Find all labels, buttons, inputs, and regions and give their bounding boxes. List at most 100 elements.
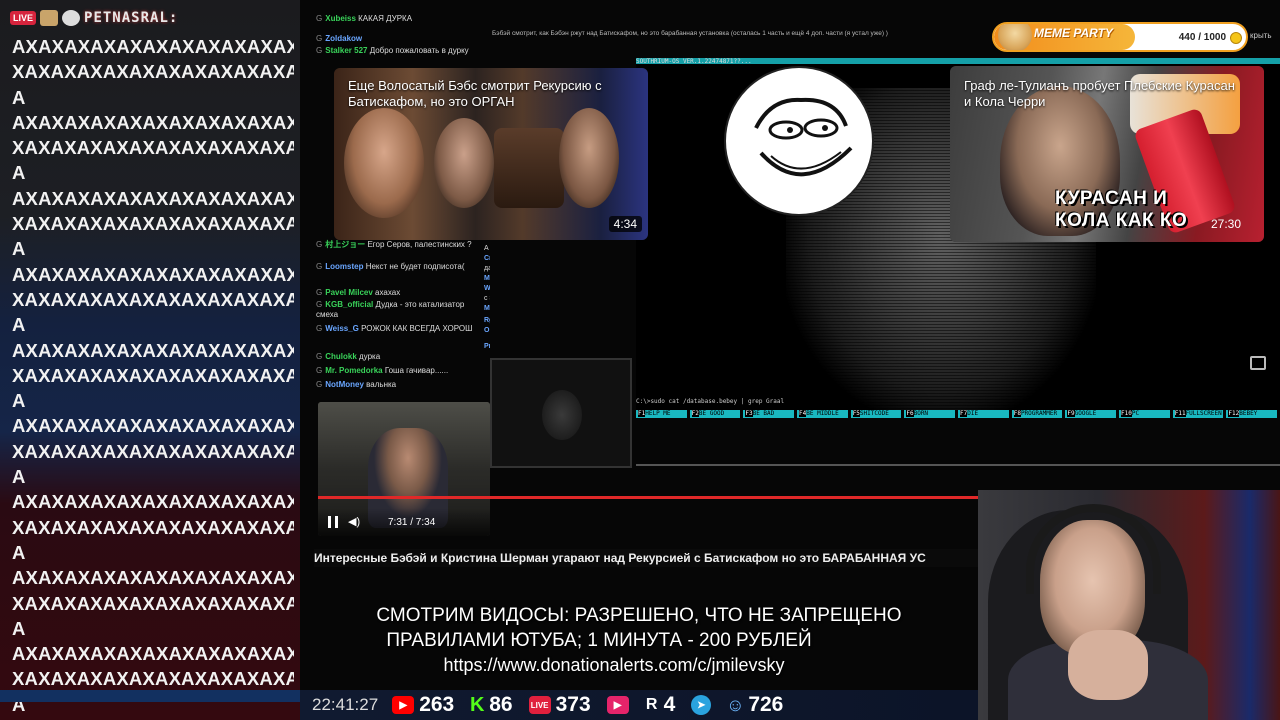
chat-badge-icon: G [316, 380, 323, 389]
vk-video-icon: ▶ [606, 696, 629, 714]
video-duration: 4:34 [608, 216, 642, 232]
chat-message: G Pavel Milcev ахахах [316, 288, 488, 298]
chat-nick[interactable]: Murok3 [484, 275, 490, 282]
hide-widget-link[interactable]: крыть [1250, 31, 1272, 40]
chat-nick[interactable]: Zoldakow [325, 34, 362, 43]
vk-live-icon: LIVE [528, 696, 551, 714]
laugh-line: А [12, 390, 26, 412]
troll-face-emote [724, 66, 874, 216]
chat-badge-icon: G [316, 300, 323, 309]
chat-text: вальнка [366, 380, 397, 389]
chat-badge-icon: G [316, 34, 323, 43]
terminal-title: SOUTHRIUM-OS VER.1.22474871??... [636, 58, 752, 65]
function-key: F7DIE [958, 410, 1009, 418]
embedded-video-player[interactable]: ◀) 7:31 / 7:34 [318, 402, 490, 536]
chat-badge-icon: G [316, 324, 323, 333]
function-key: F2BE GOOD [689, 410, 741, 418]
meme-party-widget: MEME PARTY 440 / 1000 [992, 22, 1248, 52]
clock: 22:41:27 [312, 695, 379, 714]
function-key: F1HELP ME [636, 410, 687, 418]
chat-nick[interactable]: Omy_CaPPaR [484, 327, 490, 334]
main-player-bar[interactable] [636, 460, 1280, 472]
laugh-message: АХАХАХАХАХАХАХАХАХАХАХ ХАХАХАХАХАХАХАХАХА… [12, 34, 294, 717]
chat-badge-icon: G [316, 366, 323, 375]
rutube-icon: R [645, 696, 658, 713]
chat-nick[interactable]: WilliamKae [484, 285, 490, 292]
telegram-indicator: ➤ [691, 695, 712, 715]
thumbnail-overlay-text: КУРАСАН И КОЛА КАК КО [1055, 188, 1188, 231]
chat-nick[interactable]: NotMoney [325, 380, 366, 389]
chat-message: WilliamKae NeTushenka, ебать я хрюкнул с… [484, 284, 490, 304]
laugh-line: ХАХАХАХАХАХАХАХАХАХАХАХ [12, 288, 294, 310]
user-icon: ☺ [726, 694, 745, 715]
video-thumbnail-organ[interactable]: Еще Волосатый Бэбс смотрит Рекурсию с Ба… [334, 68, 648, 240]
laugh-line: А [12, 162, 26, 184]
player-controls: ◀) 7:31 / 7:34 [318, 508, 490, 536]
laugh-line: ХАХАХАХАХАХАХАХАХАХАХАХ [12, 61, 294, 83]
chat-username: PETNASRAL: [84, 10, 179, 26]
chat-text: Гоша гачивар...... [384, 366, 449, 375]
chat-message: G Zoldakow [316, 34, 488, 44]
function-key-bar: F1HELP ME F2BE GOOD F3BE BAD F4BE MIDDLE F5S… [636, 410, 1280, 418]
video-duration: 27:30 [1210, 217, 1241, 231]
laugh-line: ХАХАХАХАХАХАХАХАХАХАХАХ [12, 137, 294, 159]
chat-message: Rggexiss ударные [484, 316, 490, 326]
thumbnail-title: Граф ле-Тулианъ пробует Плебские Курасан… [964, 78, 1235, 109]
laugh-line: АХАХАХАХАХАХАХАХАХАХАХ [12, 111, 294, 133]
volume-icon[interactable]: ◀) [348, 516, 360, 528]
left-bottom-strip [0, 690, 300, 702]
function-key: F8PROGRAMMER [1011, 410, 1063, 418]
chat-nick[interactable]: Pavel Milcev [325, 288, 375, 297]
function-key: F10PC [1119, 410, 1170, 418]
kick-icon: K [470, 693, 485, 716]
meme-party-count: 440 / 1000 [1178, 32, 1226, 43]
troll-face-icon [754, 97, 853, 177]
laugh-chat-panel: LIVE PETNASRAL: АХАХАХАХАХАХАХАХАХАХАХ ХА… [0, 0, 300, 720]
chat-nick[interactable]: Chulokk [325, 352, 359, 361]
thumbnail-title: Еще Волосатый Бэбс смотрит Рекурсию с Ба… [348, 78, 602, 109]
youtube-icon: ▶ [392, 696, 415, 714]
chat-message: А ты ему нахуявай идеи [484, 244, 490, 254]
chat-nick[interactable]: Weiss_G [325, 324, 361, 333]
chat-nick[interactable]: KGB_official [325, 300, 375, 309]
chat-message: G Chulokk дурка [316, 352, 488, 362]
laugh-chat-header: LIVE PETNASRAL: [10, 8, 178, 28]
video-progress-bar[interactable] [318, 496, 978, 499]
chat-message: G Weiss_G РОЖОК КАК ВСЕГДА ХОРОШ [316, 324, 488, 334]
chat-nick[interactable]: Rggexiss [484, 317, 490, 324]
chat-nick[interactable]: Stalker 527 [325, 46, 369, 55]
video-top-caption: Бэбэй смотрит, как Бэбэн ржут над Батиск… [492, 30, 888, 37]
video-thumbnail-cola[interactable]: Граф ле-Тулианъ пробует Плебские Курасан… [950, 66, 1264, 242]
live-badge: LIVE [10, 11, 37, 25]
chat-message: G Xubeiss КАКАЯ ДУРКА [316, 14, 488, 24]
kick-viewers: K 86 [470, 693, 513, 716]
chat-nick[interactable]: Mr. Pomedorka [325, 366, 385, 375]
chat-badge-icon: G [316, 14, 323, 23]
player-time: 7:31 / 7:34 [388, 516, 436, 528]
chat-message: G Loomstep Некст не будет подписота( [316, 262, 488, 272]
chat-message: Cringe25-03-2005 Харош, подсказывай даль… [484, 254, 490, 274]
chat-nick[interactable]: Мальчик На Чипе [484, 305, 490, 312]
laugh-line: ХАХАХАХАХАХАХАХАХАХАХАХ [12, 592, 294, 614]
chat-nick[interactable]: Protogon [484, 343, 490, 350]
miniplayer-icon[interactable] [1250, 356, 1266, 370]
laugh-line: АХАХАХАХАХАХАХАХАХАХАХ [12, 415, 294, 437]
small-webcam-preview[interactable] [490, 358, 632, 468]
chat-text: ахахах [375, 288, 401, 297]
function-key: F9GOOGLE [1065, 410, 1117, 418]
total-viewers: ☺ 726 [726, 693, 784, 716]
chat-text: Некст не будет подписота( [365, 262, 465, 271]
chat-nick[interactable]: Loomstep [325, 262, 365, 271]
chat-nick[interactable]: 村上ジョー [325, 240, 367, 249]
chat-nick[interactable]: Xubeiss [325, 14, 358, 23]
coin-icon [1230, 32, 1242, 44]
laugh-line: А [12, 238, 26, 260]
laugh-line: АХАХАХАХАХАХАХАХАХАХАХ [12, 491, 294, 513]
chat-text: КАКАЯ ДУРКА [358, 14, 413, 23]
chat-badge-icon: G [316, 240, 323, 249]
rules-overlay: СМОТРИМ ВИДОСЫ: РАЗРЕШЕНО, ЧТО НЕ ЗАПРЕЩ… [300, 603, 978, 678]
donation-url: https://www.donationalerts.com/c/jmilevs… [443, 655, 785, 675]
pause-icon[interactable] [328, 516, 338, 528]
function-key: F4BE MIDDLE [797, 410, 848, 418]
chat-nick[interactable]: Cringe25-03-2005 [484, 255, 490, 262]
